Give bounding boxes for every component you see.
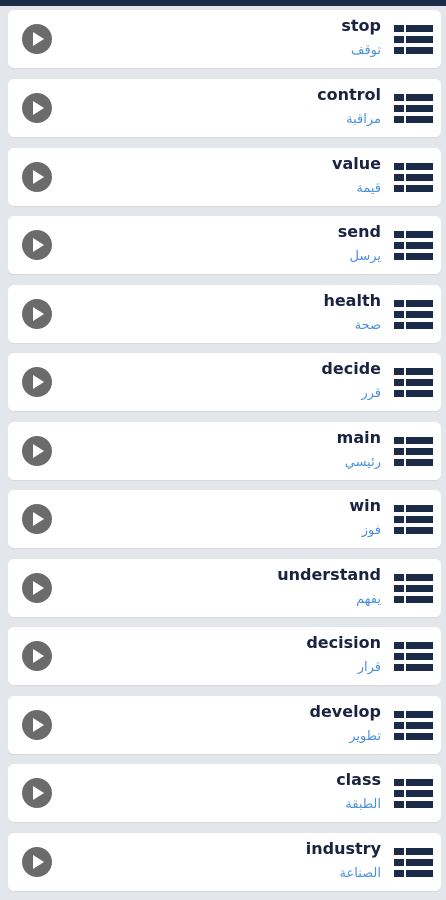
english-word: decision: [306, 633, 381, 652]
word-text: win فوز: [349, 496, 381, 540]
arabic-translation: الطبقة: [345, 797, 381, 812]
list-grid-icon[interactable]: [394, 435, 433, 468]
english-word: stop: [341, 16, 381, 35]
list-grid-icon[interactable]: [394, 298, 433, 331]
word-card[interactable]: value قيمة: [8, 148, 441, 206]
word-text: value قيمة: [332, 154, 381, 198]
word-text: decision قرار: [306, 633, 381, 677]
top-app-bar: [0, 0, 446, 6]
list-grid-icon[interactable]: [394, 229, 433, 262]
list-grid-icon[interactable]: [394, 92, 433, 125]
list-grid-icon[interactable]: [394, 846, 433, 879]
english-word: send: [337, 222, 381, 241]
word-text: class الطبقة: [336, 770, 381, 814]
word-text: understand يفهم: [277, 565, 381, 609]
word-card[interactable]: stop توقف: [8, 10, 441, 68]
word-text: develop تطوير: [309, 702, 381, 746]
play-circle-icon[interactable]: [22, 778, 52, 808]
play-circle-icon[interactable]: [22, 24, 52, 54]
play-circle-icon[interactable]: [22, 710, 52, 740]
list-grid-icon[interactable]: [394, 709, 433, 742]
word-card[interactable]: health صحة: [8, 285, 441, 343]
play-circle-icon[interactable]: [22, 299, 52, 329]
word-text: control مراقبة: [317, 85, 381, 129]
word-text: decide قرر: [321, 359, 381, 403]
arabic-translation: فوز: [361, 523, 381, 538]
list-grid-icon[interactable]: [394, 161, 433, 194]
word-text: main رئيسي: [337, 428, 381, 472]
list-grid-icon[interactable]: [394, 640, 433, 673]
word-card[interactable]: main رئيسي: [8, 422, 441, 480]
english-word: health: [323, 291, 381, 310]
arabic-translation: قيمة: [356, 181, 381, 196]
english-word: class: [336, 770, 381, 789]
word-card[interactable]: industry الصناعة: [8, 833, 441, 891]
english-word: understand: [277, 565, 381, 584]
arabic-translation: رئيسي: [344, 455, 381, 470]
english-word: main: [336, 428, 381, 447]
arabic-translation: مراقبة: [346, 112, 381, 127]
arabic-translation: قرار: [357, 660, 381, 675]
list-grid-icon[interactable]: [394, 777, 433, 810]
word-text: industry الصناعة: [306, 839, 381, 883]
play-circle-icon[interactable]: [22, 230, 52, 260]
word-card[interactable]: send يرسل: [8, 216, 441, 274]
arabic-translation: يفهم: [356, 592, 381, 607]
english-word: value: [332, 154, 381, 173]
arabic-translation: تطوير: [349, 729, 381, 744]
word-text: stop توقف: [341, 16, 381, 60]
play-circle-icon[interactable]: [22, 504, 52, 534]
arabic-translation: صحة: [354, 318, 381, 333]
word-card[interactable]: win فوز: [8, 490, 441, 548]
word-card[interactable]: decision قرار: [8, 627, 441, 685]
arabic-translation: قرر: [361, 386, 381, 401]
arabic-translation: توقف: [350, 43, 381, 58]
play-circle-icon[interactable]: [22, 162, 52, 192]
list-grid-icon[interactable]: [394, 572, 433, 605]
play-circle-icon[interactable]: [22, 367, 52, 397]
arabic-translation: يرسل: [349, 249, 381, 264]
list-grid-icon[interactable]: [394, 503, 433, 536]
word-text: send يرسل: [338, 222, 381, 266]
word-card[interactable]: class الطبقة: [8, 764, 441, 822]
english-word: develop: [309, 702, 381, 721]
english-word: win: [349, 496, 381, 515]
english-word: industry: [305, 839, 381, 858]
play-circle-icon[interactable]: [22, 436, 52, 466]
word-card[interactable]: decide قرر: [8, 353, 441, 411]
word-card[interactable]: understand يفهم: [8, 559, 441, 617]
list-grid-icon[interactable]: [394, 366, 433, 399]
list-grid-icon[interactable]: [394, 23, 433, 56]
play-circle-icon[interactable]: [22, 93, 52, 123]
word-text: health صحة: [323, 291, 381, 335]
english-word: decide: [321, 359, 381, 378]
arabic-translation: الصناعة: [339, 866, 381, 881]
word-card[interactable]: develop تطوير: [8, 696, 441, 754]
play-circle-icon[interactable]: [22, 573, 52, 603]
word-card[interactable]: control مراقبة: [8, 79, 441, 137]
play-circle-icon[interactable]: [22, 641, 52, 671]
play-circle-icon[interactable]: [22, 847, 52, 877]
english-word: control: [317, 85, 381, 104]
